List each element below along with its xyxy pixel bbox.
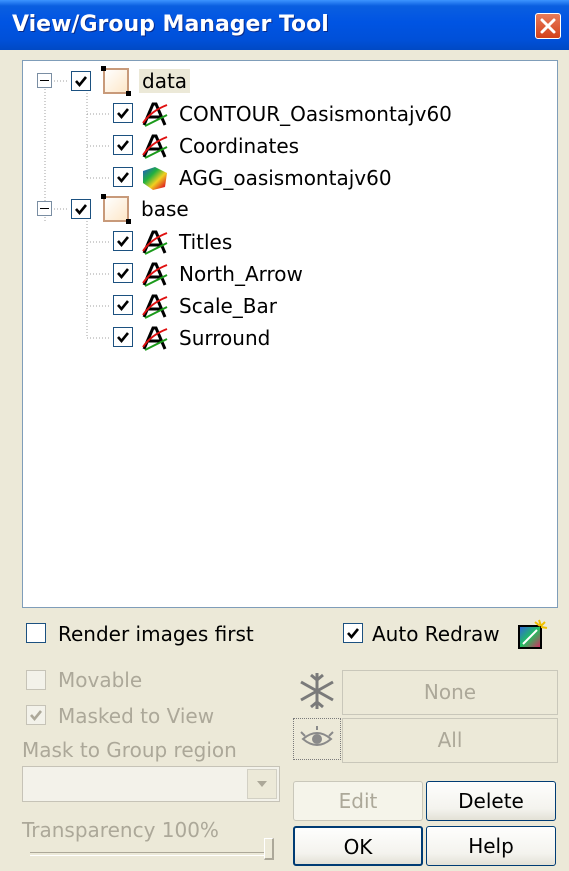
tree-layer-label: North_Arrow [179, 262, 303, 286]
checkmark-icon [117, 172, 130, 184]
tree-layer-item[interactable]: Coordinates [23, 130, 543, 162]
checkmark-icon [75, 76, 88, 88]
checkmark-icon [347, 628, 360, 640]
auto-redraw-label: Auto Redraw [372, 622, 500, 646]
collapse-toggle[interactable] [37, 201, 52, 216]
edit-button-label: Edit [338, 789, 378, 813]
vector-layer-icon [142, 230, 168, 255]
tree-layer-item[interactable]: Surround [23, 322, 543, 354]
visibility-button[interactable] [293, 718, 341, 760]
layer-visibility-checkbox[interactable] [113, 103, 133, 123]
checkmark-icon [117, 332, 130, 344]
none-button[interactable]: None [342, 670, 558, 715]
tree-group-data[interactable]: data [23, 65, 223, 97]
transparency-slider-track[interactable] [30, 852, 274, 856]
tree-layer-label: Surround [179, 326, 271, 350]
tree-group-base[interactable]: base [23, 193, 223, 225]
edit-button[interactable]: Edit [293, 781, 423, 821]
close-icon [540, 18, 556, 34]
mask-to-group-region-label: Mask to Group region [22, 738, 237, 762]
tree-layer-label: Scale_Bar [179, 294, 278, 318]
layer-visibility-checkbox[interactable] [113, 263, 133, 283]
checkmark-icon [117, 268, 130, 280]
dropdown-arrow-button[interactable] [247, 769, 277, 799]
delete-button-label: Delete [458, 789, 524, 813]
movable-checkbox[interactable] [26, 670, 46, 690]
tree-layer-item[interactable]: AGG_oasismontajv60 [23, 162, 543, 194]
checkmark-icon [117, 236, 130, 248]
ok-button[interactable]: OK [293, 826, 423, 866]
layer-visibility-checkbox[interactable] [113, 295, 133, 315]
layer-visibility-checkbox[interactable] [113, 231, 133, 251]
render-images-first-label: Render images first [58, 622, 254, 646]
collapse-toggle[interactable] [37, 73, 52, 88]
vector-layer-icon [142, 294, 168, 319]
title-bar: View/Group Manager Tool [0, 0, 569, 50]
tree-layer-label: CONTOUR_Oasismontajv60 [179, 102, 452, 126]
checkmark-icon [75, 204, 88, 216]
layer-visibility-checkbox[interactable] [113, 327, 133, 347]
tree-layer-item[interactable]: CONTOUR_Oasismontajv60 [23, 98, 543, 130]
none-button-label: None [423, 680, 477, 704]
tree-group-label: base [141, 197, 189, 221]
snowflake-icon [300, 673, 334, 709]
masked-to-view-label: Masked to View [58, 704, 215, 728]
chevron-down-icon [257, 781, 267, 787]
checkmark-icon [117, 140, 130, 152]
checkmark-icon [117, 300, 130, 312]
masked-to-view-checkbox[interactable] [26, 705, 46, 725]
transparency-label: Transparency 100% [22, 818, 219, 842]
mask-to-group-region-select[interactable] [22, 766, 280, 802]
layer-visibility-checkbox[interactable] [113, 135, 133, 155]
freeze-button[interactable] [293, 670, 341, 712]
tree-layer-item[interactable]: Scale_Bar [23, 290, 543, 322]
help-button-label: Help [468, 834, 514, 858]
vector-layer-icon [142, 326, 168, 351]
eye-icon [300, 726, 334, 746]
tree-layer-label: Titles [179, 230, 233, 254]
movable-label: Movable [58, 668, 143, 692]
group-visibility-checkbox[interactable] [71, 199, 91, 219]
tree-group-label: data [139, 69, 191, 93]
group-visibility-checkbox[interactable] [71, 71, 91, 91]
vector-layer-icon [142, 262, 168, 287]
all-button[interactable]: All [342, 718, 558, 763]
redraw-icon [518, 619, 548, 649]
checkmark-icon [117, 108, 130, 120]
close-button[interactable] [535, 13, 561, 39]
help-button[interactable]: Help [426, 826, 556, 866]
vector-layer-icon [142, 134, 168, 159]
vector-layer-icon [142, 102, 168, 127]
tree-layer-label: Coordinates [179, 134, 300, 158]
group-icon [101, 194, 131, 224]
group-icon [101, 66, 131, 96]
tree-layer-label: AGG_oasismontajv60 [179, 166, 392, 190]
render-images-first-checkbox[interactable] [26, 623, 46, 643]
redraw-button[interactable] [512, 616, 552, 652]
grid-image-icon [143, 167, 167, 190]
transparency-slider-thumb[interactable] [264, 838, 274, 860]
tree-layer-item[interactable]: Titles [23, 226, 543, 258]
checkmark-icon [30, 710, 43, 722]
layer-tree[interactable]: data CONTOUR_Oasismontajv60 Coordinates [22, 60, 558, 608]
tree-layer-item[interactable]: North_Arrow [23, 258, 543, 290]
auto-redraw-checkbox[interactable] [343, 623, 363, 643]
delete-button[interactable]: Delete [426, 781, 556, 821]
layer-visibility-checkbox[interactable] [113, 167, 133, 187]
ok-button-label: OK [343, 835, 373, 859]
all-button-label: All [437, 728, 463, 752]
window-title: View/Group Manager Tool [12, 12, 329, 37]
